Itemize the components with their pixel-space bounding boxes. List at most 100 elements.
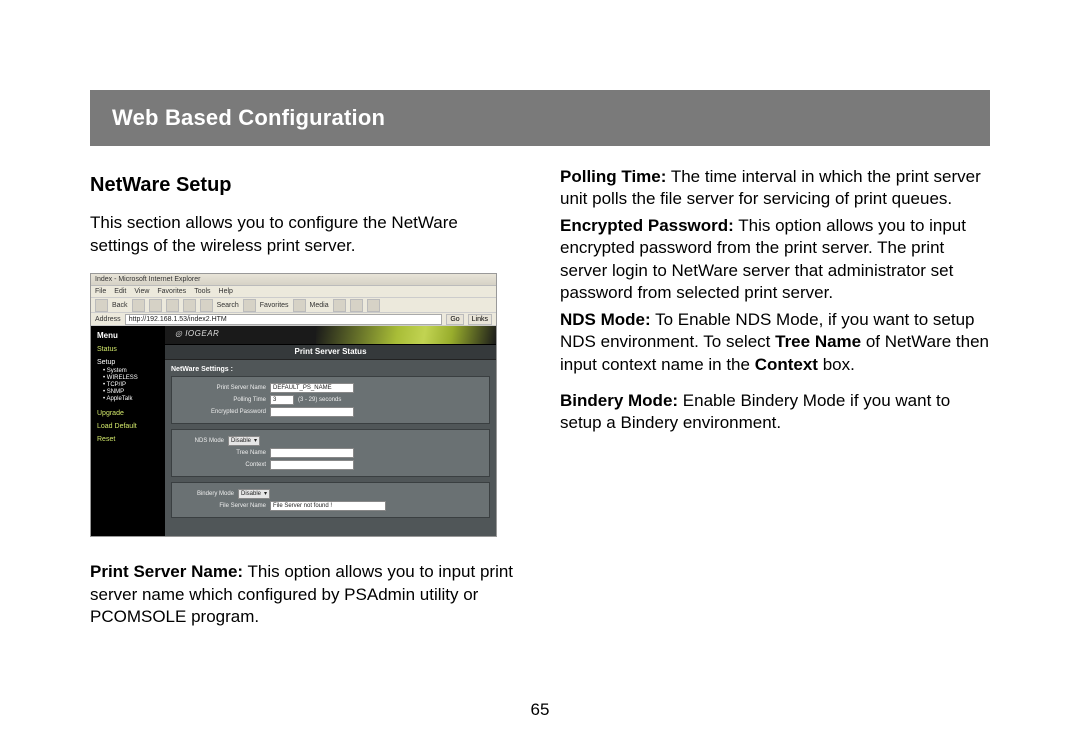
brand-logo: IOGEAR — [175, 330, 219, 338]
label-psn: Print Server Name — [176, 385, 266, 391]
form-box-bindery: Bindery Mode Disable File Server Name Fi… — [171, 482, 490, 518]
intro-paragraph: This section allows you to configure the… — [90, 212, 520, 257]
mail-icon — [350, 299, 363, 312]
label-nds-mode: NDS Mode — [176, 438, 224, 444]
label-bindery-mode: Bindery Mode — [176, 491, 234, 497]
history-icon — [333, 299, 346, 312]
brand-bar: IOGEAR — [165, 326, 496, 345]
page-header-band: Web Based Configuration — [90, 90, 990, 146]
label-tree: Tree Name — [176, 450, 266, 456]
hint-polling: (3 - 29) seconds — [298, 397, 341, 403]
row-psn: Print Server Name DEFAULT_PS_NAME — [176, 383, 485, 393]
psn-paragraph: Print Server Name: This option allows yo… — [90, 561, 520, 628]
ie-menu-item: Tools — [194, 288, 210, 295]
form-box-nds: NDS Mode Disable Tree Name Context — [171, 429, 490, 477]
status-heading: Print Server Status — [165, 345, 496, 360]
panel-area: NetWare Settings : Print Server Name DEF… — [165, 360, 496, 527]
sidebar-item-load-default: Load Default — [97, 423, 159, 430]
enc-label: Encrypted Password: — [560, 216, 734, 235]
ie-menu-item: Favorites — [157, 288, 186, 295]
page-number: 65 — [0, 700, 1080, 720]
home-icon — [183, 299, 196, 312]
print-icon — [367, 299, 380, 312]
ie-menu-item: View — [134, 288, 149, 295]
sidebar-sub: System — [103, 368, 159, 374]
left-column: NetWare Setup This section allows you to… — [90, 166, 520, 643]
nds-label: NDS Mode: — [560, 310, 651, 329]
manual-page: Web Based Configuration NetWare Setup Th… — [0, 0, 1080, 750]
address-box: http://192.168.1.53/index2.HTM — [125, 314, 443, 325]
sidebar-sub: SNMP — [103, 389, 159, 395]
right-column: Polling Time: The time interval in which… — [560, 166, 990, 643]
netware-settings-heading: NetWare Settings : — [171, 366, 490, 373]
favorites-label: Favorites — [260, 302, 289, 309]
polling-label: Polling Time: — [560, 167, 666, 186]
form-box-main: Print Server Name DEFAULT_PS_NAME Pollin… — [171, 376, 490, 424]
nds-bold-2: Context — [755, 355, 818, 374]
row-tree: Tree Name — [176, 448, 485, 458]
input-context — [270, 460, 354, 470]
enc-paragraph: Encrypted Password: This option allows y… — [560, 215, 990, 305]
row-polling: Polling Time 3 (3 - 29) seconds — [176, 395, 485, 405]
back-label: Back — [112, 302, 128, 309]
brand-swoosh — [316, 326, 496, 344]
row-encpw: Encrypted Password — [176, 407, 485, 417]
input-encpw — [270, 407, 354, 417]
nds-bold-1: Tree Name — [775, 332, 861, 351]
ie-titlebar: Index - Microsoft Internet Explorer — [91, 274, 496, 286]
ie-menu-item: Help — [219, 288, 233, 295]
input-tree — [270, 448, 354, 458]
embedded-screenshot: Index - Microsoft Internet Explorer File… — [90, 273, 497, 537]
sidebar-sub: TCP/IP — [103, 382, 159, 388]
media-label: Media — [310, 302, 329, 309]
address-label: Address — [95, 316, 121, 323]
input-psn: DEFAULT_PS_NAME — [270, 383, 354, 393]
bindery-paragraph: Bindery Mode: Enable Bindery Mode if you… — [560, 390, 990, 435]
favorites-icon — [243, 299, 256, 312]
page-title: Web Based Configuration — [112, 105, 385, 131]
refresh-icon — [166, 299, 179, 312]
fwd-icon — [132, 299, 145, 312]
label-context: Context — [176, 462, 266, 468]
section-title: NetWare Setup — [90, 172, 520, 198]
row-context: Context — [176, 460, 485, 470]
row-nds-mode: NDS Mode Disable — [176, 436, 485, 446]
ie-toolbar: Back Search Favorites Media — [91, 298, 496, 313]
search-label: Search — [217, 302, 239, 309]
back-icon — [95, 299, 108, 312]
go-button: Go — [446, 314, 463, 325]
sidebar-item-setup: Setup — [97, 359, 159, 366]
ie-address-bar: Address http://192.168.1.53/index2.HTM G… — [91, 313, 496, 326]
ie-menubar: File Edit View Favorites Tools Help — [91, 286, 496, 298]
links-button: Links — [468, 314, 492, 325]
content-columns: NetWare Setup This section allows you to… — [90, 166, 990, 643]
polling-paragraph: Polling Time: The time interval in which… — [560, 166, 990, 211]
label-polling: Polling Time — [176, 397, 266, 403]
input-fileserver: File Server not found ! — [270, 501, 386, 511]
stop-icon — [149, 299, 162, 312]
nds-text-3: box. — [818, 355, 855, 374]
select-bindery-mode: Disable — [238, 489, 270, 499]
psn-label: Print Server Name: — [90, 562, 243, 581]
sidebar-title: Menu — [97, 332, 159, 340]
ie-content: Menu Status Setup System WIRELESS TCP/IP… — [91, 326, 496, 536]
sidebar-item-upgrade: Upgrade — [97, 410, 159, 417]
app-sidebar: Menu Status Setup System WIRELESS TCP/IP… — [91, 326, 165, 536]
nds-paragraph: NDS Mode: To Enable NDS Mode, if you wan… — [560, 309, 990, 376]
label-fileserver: File Server Name — [176, 503, 266, 509]
ie-title-text: Index - Microsoft Internet Explorer — [95, 276, 200, 283]
search-icon — [200, 299, 213, 312]
row-bindery-mode: Bindery Mode Disable — [176, 489, 485, 499]
row-fileserver: File Server Name File Server not found ! — [176, 501, 485, 511]
media-icon — [293, 299, 306, 312]
label-encpw: Encrypted Password — [176, 409, 266, 415]
sidebar-sub: AppleTalk — [103, 396, 159, 402]
sidebar-item-reset: Reset — [97, 436, 159, 443]
sidebar-sub: WIRELESS — [103, 375, 159, 381]
ie-menu-item: Edit — [114, 288, 126, 295]
ie-menu-item: File — [95, 288, 106, 295]
input-polling: 3 — [270, 395, 294, 405]
bindery-label: Bindery Mode: — [560, 391, 678, 410]
app-main: IOGEAR Print Server Status NetWare Setti… — [165, 326, 496, 536]
sidebar-item-status: Status — [97, 346, 159, 353]
